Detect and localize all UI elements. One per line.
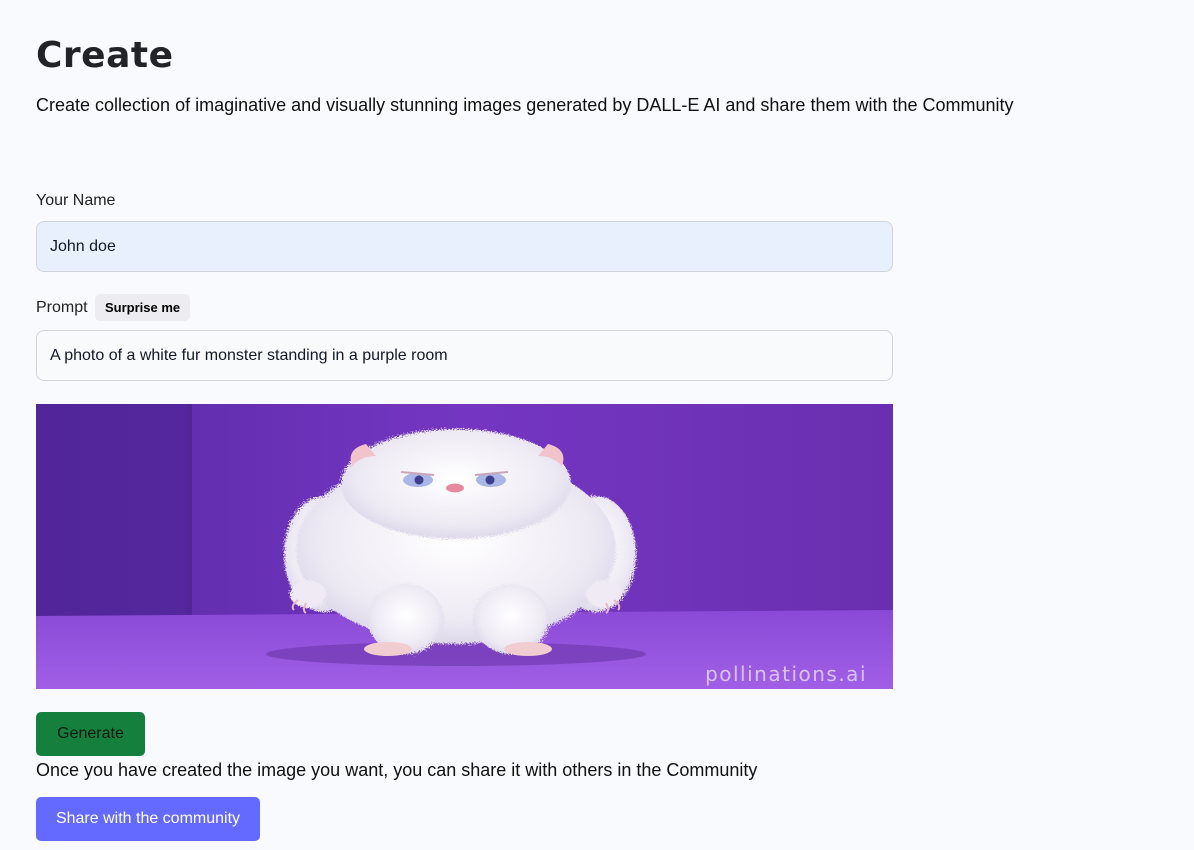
page-subtitle: Create collection of imaginative and vis… [36,95,1014,115]
create-page: Create Create collection of imaginative … [0,0,1194,850]
monster-illustration [36,404,893,689]
generate-button[interactable]: Generate [36,712,145,756]
share-with-community-button[interactable]: Share with the community [36,797,260,841]
share-note: Once you have created the image you want… [36,760,758,780]
surprise-me-button[interactable]: Surprise me [95,294,191,321]
image-watermark: pollinations.ai [705,662,867,686]
generated-image: pollinations.ai [36,404,893,689]
name-input[interactable] [36,221,893,272]
prompt-label: Prompt [36,299,88,316]
page-title: Create [36,35,174,76]
name-label: Your Name [36,192,116,209]
prompt-input[interactable] [36,330,893,381]
